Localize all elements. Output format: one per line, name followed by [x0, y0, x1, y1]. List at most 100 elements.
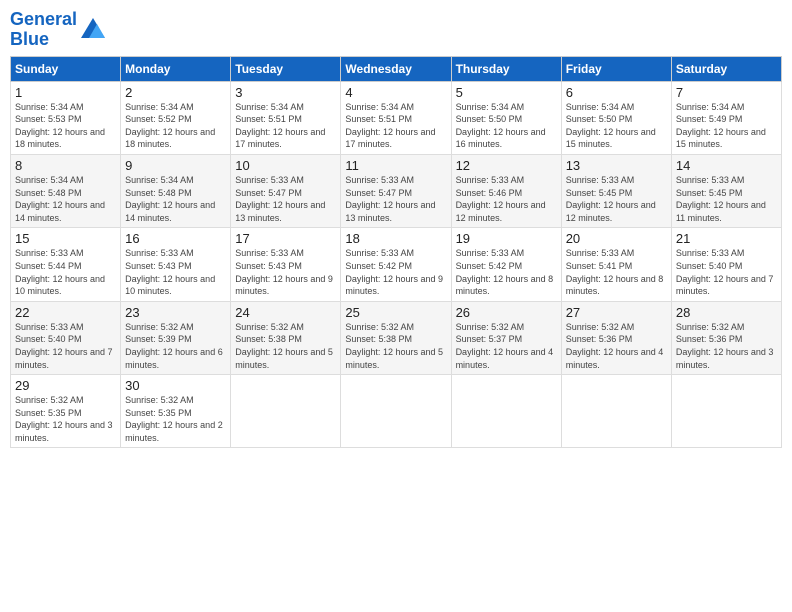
- day-detail: Sunrise: 5:34 AMSunset: 5:49 PMDaylight:…: [676, 101, 777, 151]
- day-number: 18: [345, 231, 446, 246]
- day-number: 29: [15, 378, 116, 393]
- calendar-week-row: 22Sunrise: 5:33 AMSunset: 5:40 PMDayligh…: [11, 301, 782, 374]
- calendar-table: SundayMondayTuesdayWednesdayThursdayFrid…: [10, 56, 782, 449]
- day-detail: Sunrise: 5:32 AMSunset: 5:35 PMDaylight:…: [15, 394, 116, 444]
- calendar-week-row: 29Sunrise: 5:32 AMSunset: 5:35 PMDayligh…: [11, 375, 782, 448]
- day-number: 10: [235, 158, 336, 173]
- day-number: 21: [676, 231, 777, 246]
- day-number: 24: [235, 305, 336, 320]
- day-number: 25: [345, 305, 446, 320]
- day-detail: Sunrise: 5:34 AMSunset: 5:48 PMDaylight:…: [125, 174, 226, 224]
- day-detail: Sunrise: 5:32 AMSunset: 5:37 PMDaylight:…: [456, 321, 557, 371]
- calendar-day-cell: 11Sunrise: 5:33 AMSunset: 5:47 PMDayligh…: [341, 154, 451, 227]
- calendar-day-cell: 16Sunrise: 5:33 AMSunset: 5:43 PMDayligh…: [121, 228, 231, 301]
- day-number: 11: [345, 158, 446, 173]
- weekday-header-row: SundayMondayTuesdayWednesdayThursdayFrid…: [11, 56, 782, 81]
- calendar-day-cell: 17Sunrise: 5:33 AMSunset: 5:43 PMDayligh…: [231, 228, 341, 301]
- day-detail: Sunrise: 5:33 AMSunset: 5:45 PMDaylight:…: [676, 174, 777, 224]
- calendar-day-cell: 26Sunrise: 5:32 AMSunset: 5:37 PMDayligh…: [451, 301, 561, 374]
- calendar-day-cell: 2Sunrise: 5:34 AMSunset: 5:52 PMDaylight…: [121, 81, 231, 154]
- calendar-day-cell: 21Sunrise: 5:33 AMSunset: 5:40 PMDayligh…: [671, 228, 781, 301]
- day-detail: Sunrise: 5:33 AMSunset: 5:40 PMDaylight:…: [676, 247, 777, 297]
- calendar-day-cell: 1Sunrise: 5:34 AMSunset: 5:53 PMDaylight…: [11, 81, 121, 154]
- day-detail: Sunrise: 5:34 AMSunset: 5:53 PMDaylight:…: [15, 101, 116, 151]
- calendar-day-cell: 30Sunrise: 5:32 AMSunset: 5:35 PMDayligh…: [121, 375, 231, 448]
- calendar-day-cell: 27Sunrise: 5:32 AMSunset: 5:36 PMDayligh…: [561, 301, 671, 374]
- day-number: 26: [456, 305, 557, 320]
- day-number: 28: [676, 305, 777, 320]
- day-number: 9: [125, 158, 226, 173]
- day-number: 6: [566, 85, 667, 100]
- day-number: 30: [125, 378, 226, 393]
- logo-text: General: [10, 10, 77, 30]
- day-number: 23: [125, 305, 226, 320]
- weekday-header-cell: Friday: [561, 56, 671, 81]
- calendar-day-cell: 18Sunrise: 5:33 AMSunset: 5:42 PMDayligh…: [341, 228, 451, 301]
- day-number: 20: [566, 231, 667, 246]
- calendar-day-cell: 28Sunrise: 5:32 AMSunset: 5:36 PMDayligh…: [671, 301, 781, 374]
- day-number: 2: [125, 85, 226, 100]
- calendar-day-cell: 23Sunrise: 5:32 AMSunset: 5:39 PMDayligh…: [121, 301, 231, 374]
- calendar-day-cell: 5Sunrise: 5:34 AMSunset: 5:50 PMDaylight…: [451, 81, 561, 154]
- day-detail: Sunrise: 5:34 AMSunset: 5:50 PMDaylight:…: [566, 101, 667, 151]
- day-number: 16: [125, 231, 226, 246]
- logo-icon: [79, 16, 107, 44]
- calendar-week-row: 8Sunrise: 5:34 AMSunset: 5:48 PMDaylight…: [11, 154, 782, 227]
- calendar-day-cell: 9Sunrise: 5:34 AMSunset: 5:48 PMDaylight…: [121, 154, 231, 227]
- day-detail: Sunrise: 5:32 AMSunset: 5:36 PMDaylight:…: [566, 321, 667, 371]
- day-detail: Sunrise: 5:33 AMSunset: 5:42 PMDaylight:…: [345, 247, 446, 297]
- day-detail: Sunrise: 5:33 AMSunset: 5:42 PMDaylight:…: [456, 247, 557, 297]
- day-detail: Sunrise: 5:34 AMSunset: 5:50 PMDaylight:…: [456, 101, 557, 151]
- calendar-day-cell: 19Sunrise: 5:33 AMSunset: 5:42 PMDayligh…: [451, 228, 561, 301]
- calendar-day-cell: 12Sunrise: 5:33 AMSunset: 5:46 PMDayligh…: [451, 154, 561, 227]
- weekday-header-cell: Monday: [121, 56, 231, 81]
- logo-text2: Blue: [10, 30, 77, 50]
- calendar-day-cell: 6Sunrise: 5:34 AMSunset: 5:50 PMDaylight…: [561, 81, 671, 154]
- day-detail: Sunrise: 5:32 AMSunset: 5:35 PMDaylight:…: [125, 394, 226, 444]
- day-detail: Sunrise: 5:33 AMSunset: 5:43 PMDaylight:…: [125, 247, 226, 297]
- calendar-day-cell: 4Sunrise: 5:34 AMSunset: 5:51 PMDaylight…: [341, 81, 451, 154]
- calendar-day-cell: 29Sunrise: 5:32 AMSunset: 5:35 PMDayligh…: [11, 375, 121, 448]
- calendar-body: 1Sunrise: 5:34 AMSunset: 5:53 PMDaylight…: [11, 81, 782, 448]
- day-detail: Sunrise: 5:33 AMSunset: 5:40 PMDaylight:…: [15, 321, 116, 371]
- calendar-day-cell: 7Sunrise: 5:34 AMSunset: 5:49 PMDaylight…: [671, 81, 781, 154]
- weekday-header-cell: Saturday: [671, 56, 781, 81]
- day-number: 19: [456, 231, 557, 246]
- day-number: 15: [15, 231, 116, 246]
- day-number: 1: [15, 85, 116, 100]
- day-number: 27: [566, 305, 667, 320]
- day-number: 7: [676, 85, 777, 100]
- day-detail: Sunrise: 5:32 AMSunset: 5:38 PMDaylight:…: [345, 321, 446, 371]
- day-detail: Sunrise: 5:32 AMSunset: 5:36 PMDaylight:…: [676, 321, 777, 371]
- day-detail: Sunrise: 5:33 AMSunset: 5:46 PMDaylight:…: [456, 174, 557, 224]
- day-number: 4: [345, 85, 446, 100]
- day-detail: Sunrise: 5:33 AMSunset: 5:47 PMDaylight:…: [345, 174, 446, 224]
- page-header: General Blue: [10, 10, 782, 50]
- day-number: 8: [15, 158, 116, 173]
- calendar-week-row: 15Sunrise: 5:33 AMSunset: 5:44 PMDayligh…: [11, 228, 782, 301]
- calendar-day-cell: 8Sunrise: 5:34 AMSunset: 5:48 PMDaylight…: [11, 154, 121, 227]
- calendar-day-cell: 25Sunrise: 5:32 AMSunset: 5:38 PMDayligh…: [341, 301, 451, 374]
- calendar-day-cell: 22Sunrise: 5:33 AMSunset: 5:40 PMDayligh…: [11, 301, 121, 374]
- day-number: 12: [456, 158, 557, 173]
- calendar-day-cell: 13Sunrise: 5:33 AMSunset: 5:45 PMDayligh…: [561, 154, 671, 227]
- logo: General Blue: [10, 10, 107, 50]
- weekday-header-cell: Thursday: [451, 56, 561, 81]
- day-number: 3: [235, 85, 336, 100]
- day-detail: Sunrise: 5:33 AMSunset: 5:43 PMDaylight:…: [235, 247, 336, 297]
- weekday-header-cell: Tuesday: [231, 56, 341, 81]
- calendar-week-row: 1Sunrise: 5:34 AMSunset: 5:53 PMDaylight…: [11, 81, 782, 154]
- calendar-day-cell: [451, 375, 561, 448]
- day-detail: Sunrise: 5:33 AMSunset: 5:47 PMDaylight:…: [235, 174, 336, 224]
- calendar-day-cell: 20Sunrise: 5:33 AMSunset: 5:41 PMDayligh…: [561, 228, 671, 301]
- day-detail: Sunrise: 5:34 AMSunset: 5:48 PMDaylight:…: [15, 174, 116, 224]
- day-number: 14: [676, 158, 777, 173]
- day-detail: Sunrise: 5:32 AMSunset: 5:38 PMDaylight:…: [235, 321, 336, 371]
- calendar-day-cell: 15Sunrise: 5:33 AMSunset: 5:44 PMDayligh…: [11, 228, 121, 301]
- calendar-day-cell: [561, 375, 671, 448]
- day-detail: Sunrise: 5:34 AMSunset: 5:51 PMDaylight:…: [345, 101, 446, 151]
- day-number: 22: [15, 305, 116, 320]
- day-detail: Sunrise: 5:33 AMSunset: 5:45 PMDaylight:…: [566, 174, 667, 224]
- day-number: 5: [456, 85, 557, 100]
- weekday-header-cell: Wednesday: [341, 56, 451, 81]
